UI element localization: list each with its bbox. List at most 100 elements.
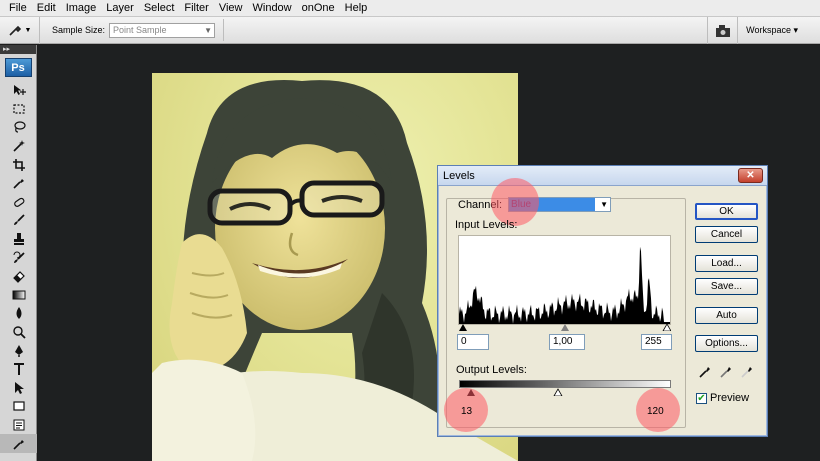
brush-tool[interactable] [0,211,37,230]
notes-tool[interactable] [0,416,37,435]
checkmark-icon: ✔ [697,392,706,404]
eyedropper-icon [12,179,24,189]
healing-brush-tool[interactable] [0,193,37,212]
output-levels-label: Output Levels: [456,364,527,376]
sample-size-label: Sample Size: [52,25,106,35]
output-black-value[interactable]: 13 [461,406,472,417]
cancel-button[interactable]: Cancel [695,226,758,243]
pen-tool[interactable] [0,341,37,360]
input-black-field[interactable]: 0 [457,334,489,350]
preview-row: ✔ Preview [696,392,749,404]
histogram [458,235,671,325]
ok-button[interactable]: OK [695,203,758,220]
levels-dialog: Levels ✕ Channel: Blue ▼ Input Levels: 0… [437,165,768,437]
input-levels-label: Input Levels: [455,219,518,231]
white-eyedropper-icon[interactable] [740,365,754,379]
load-button[interactable]: Load... [695,255,758,272]
histogram-area [459,246,670,324]
crop-icon [12,158,25,171]
marquee-icon [12,104,25,114]
input-white-field[interactable]: 255 [641,334,672,350]
output-white-value[interactable]: 120 [647,406,664,417]
lasso-icon [13,121,26,134]
eyedropper-tool[interactable] [0,174,37,193]
input-white-handle[interactable] [662,323,671,331]
move-tool[interactable] [0,81,37,100]
menu-file[interactable]: File [4,0,32,17]
eraser-tool[interactable] [0,267,37,286]
levels-title: Levels [443,169,475,182]
chevron-down-icon: ▼ [600,200,609,209]
close-button[interactable]: ✕ [738,168,763,183]
menu-bar: File Edit Image Layer Select Filter View… [0,0,820,17]
save-button[interactable]: Save... [695,278,758,295]
gradient-tool[interactable] [0,286,37,305]
bandage-icon [13,197,24,207]
preview-label: Preview [710,392,750,404]
go-to-bridge-button[interactable] [707,17,737,44]
preview-checkbox[interactable]: ✔ [696,392,707,404]
history-brush-tool[interactable] [0,248,37,267]
blur-tool[interactable] [0,304,37,323]
options-bar: ▼ Sample Size: Point Sample ▼ Workspace … [0,16,820,44]
chevron-down-icon: ▼ [204,25,213,35]
type-icon [13,363,24,376]
levels-titlebar[interactable]: Levels ✕ [438,166,767,186]
magic-wand-tool[interactable] [0,137,37,156]
dodge-icon [12,326,26,339]
input-gamma-handle[interactable] [561,324,569,331]
crop-tool[interactable] [0,155,37,174]
auto-button[interactable]: Auto [695,307,758,324]
menu-window[interactable]: Window [248,0,297,17]
eyedropper-active-tool[interactable] [0,434,37,453]
eyedropper-group [698,365,754,379]
bridge-icon [715,24,730,37]
stamp-icon [13,233,24,246]
sample-size-select[interactable]: Point Sample ▼ [109,22,216,38]
menu-select[interactable]: Select [139,0,180,17]
output-gradient-bar [459,380,671,388]
eyedropper-icon [8,25,21,36]
arrow-icon [14,381,24,394]
menu-edit[interactable]: Edit [32,0,61,17]
dodge-tool[interactable] [0,323,37,342]
move-icon [13,85,26,96]
options-right-group: Workspace ▾ [707,17,820,44]
output-levels-slider[interactable] [459,388,671,396]
options-button[interactable]: Options... [695,335,758,352]
options-divider [223,19,225,41]
path-selection-tool[interactable] [0,379,37,398]
chevron-down-icon: ▼ [24,26,32,34]
menu-onone[interactable]: onOne [297,0,340,17]
brush-icon [13,214,25,226]
input-levels-slider[interactable] [459,323,671,331]
menu-help[interactable]: Help [340,0,373,17]
input-black-handle[interactable] [459,324,467,331]
note-icon [13,419,24,431]
shape-tool[interactable] [0,397,37,416]
close-icon: ✕ [746,170,755,181]
output-white-handle[interactable] [553,388,563,396]
gradient-icon [12,290,25,300]
toolbox: ▸▸ Ps [0,45,37,461]
type-tool[interactable] [0,360,37,379]
sample-size-value: Point Sample [113,24,167,35]
marquee-tool[interactable] [0,100,37,119]
gray-eyedropper-icon[interactable] [719,365,733,379]
black-eyedropper-icon[interactable] [698,365,712,379]
tool-preset-picker[interactable]: ▼ [0,16,40,44]
photoshop-logo[interactable]: Ps [4,58,32,77]
history-brush-icon [13,251,25,263]
input-gamma-field[interactable]: 1,00 [549,334,585,350]
rectangle-icon [12,401,25,411]
menu-filter[interactable]: Filter [179,0,213,17]
workspace-button[interactable]: Workspace ▾ [737,17,820,44]
clone-stamp-tool[interactable] [0,230,37,249]
menu-image[interactable]: Image [61,0,102,17]
histogram-graph [459,246,670,324]
menu-view[interactable]: View [214,0,248,17]
toolbox-grip[interactable]: ▸▸ [0,45,36,54]
menu-layer[interactable]: Layer [101,0,139,17]
magic-wand-icon [12,140,25,152]
lasso-tool[interactable] [0,118,37,137]
